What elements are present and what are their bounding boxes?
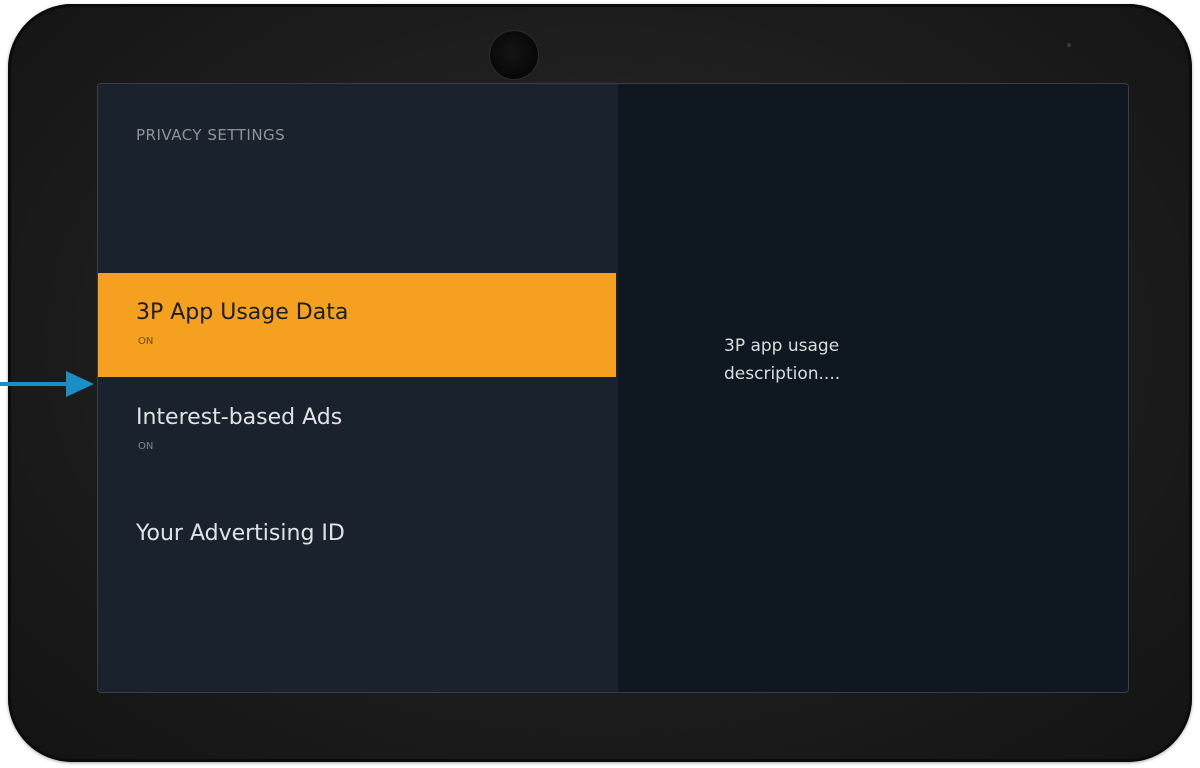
light-sensor	[1067, 43, 1071, 47]
menu-item-status: ON	[138, 336, 154, 347]
camera-icon	[490, 31, 538, 79]
menu-item-3p-app-usage-data[interactable]: 3P App Usage Data ON	[98, 273, 616, 377]
device-frame: PRIVACY SETTINGS 3P App Usage Data ON In…	[8, 4, 1192, 762]
menu-item-label: 3P App Usage Data	[136, 300, 349, 325]
settings-menu-pane: PRIVACY SETTINGS 3P App Usage Data ON In…	[98, 84, 618, 692]
arrow-right-icon	[0, 371, 94, 397]
detail-pane: 3P app usage description....	[618, 84, 1128, 692]
device-screen: PRIVACY SETTINGS 3P App Usage Data ON In…	[98, 84, 1128, 692]
menu-item-interest-based-ads[interactable]: Interest-based Ads ON	[98, 377, 616, 481]
setting-description: 3P app usage description....	[724, 336, 841, 384]
menu-item-label: Interest-based Ads	[136, 405, 343, 430]
menu-item-status: ON	[138, 441, 154, 452]
menu-item-label: Your Advertising ID	[136, 521, 345, 546]
page-title: PRIVACY SETTINGS	[136, 126, 286, 144]
menu-item-your-advertising-id[interactable]: Your Advertising ID	[98, 494, 616, 598]
